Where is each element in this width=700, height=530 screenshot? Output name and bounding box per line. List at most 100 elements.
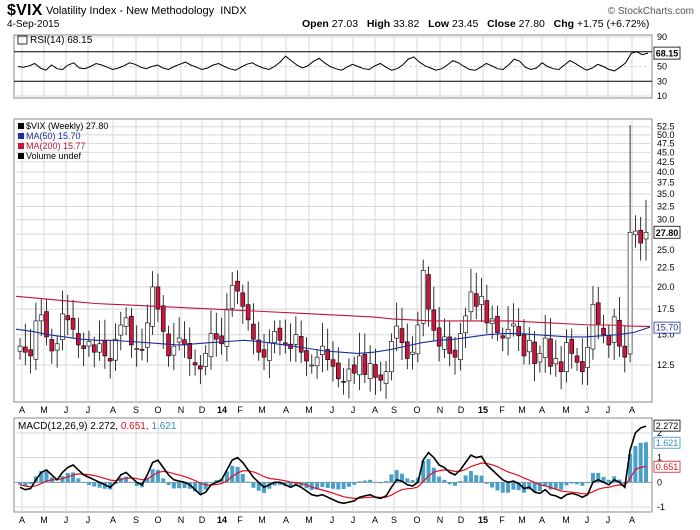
macd-histogram-bar xyxy=(203,482,208,490)
candle-up xyxy=(118,324,124,336)
macd-histogram-bar xyxy=(240,473,245,483)
macd-histogram-bar xyxy=(484,482,489,484)
macd-tick-label: -1 xyxy=(657,502,665,512)
macd-histogram-bar xyxy=(405,478,410,483)
candle-up xyxy=(97,343,102,353)
macd-histogram-bar xyxy=(575,482,580,485)
price-axis-label: F xyxy=(499,405,505,415)
candle-down xyxy=(160,305,166,332)
hist-badge-text: 1.621 xyxy=(656,438,679,448)
legend-swatch xyxy=(18,133,24,139)
candle-down xyxy=(187,343,193,359)
price-tick-label: 25.0 xyxy=(657,245,675,255)
macd-axis-label: S xyxy=(133,515,139,525)
candle-down xyxy=(91,344,97,353)
macd-axis-label: J xyxy=(64,515,69,525)
macd-histogram-bar xyxy=(474,475,479,483)
candle-down xyxy=(473,293,479,307)
candle-up xyxy=(33,320,39,360)
macd-axis-label: S xyxy=(391,515,397,525)
price-axis-label: A xyxy=(19,405,25,415)
price-axis-label: S xyxy=(391,405,397,415)
candle-down xyxy=(198,365,203,370)
macd-axis-label: O xyxy=(154,515,161,525)
candle-up xyxy=(171,345,177,356)
macd-histogram-bar xyxy=(55,482,60,483)
candle-up xyxy=(293,334,299,345)
macd-histogram-bar xyxy=(161,478,166,483)
price-axis-label: 15 xyxy=(478,405,488,415)
candle-down xyxy=(548,338,553,367)
macd-label-part: 2.272, xyxy=(90,421,121,432)
price-axis-label: N xyxy=(178,405,185,415)
candle-down xyxy=(261,349,267,358)
candle-up xyxy=(511,323,516,327)
candle-up xyxy=(463,315,468,334)
macd-axis-label: A xyxy=(539,515,545,525)
vix-chart[interactable]: 9070503010RSI(14) 68.1568.1552.550.047.5… xyxy=(0,0,700,530)
macd-axis-label: M xyxy=(518,515,526,525)
price-legend-entry: $VIX (Weekly) 27.80 xyxy=(26,121,108,131)
macd-histogram-bar xyxy=(569,482,574,484)
price-legend-entry: Volume undef xyxy=(26,151,82,161)
candle-up xyxy=(86,341,92,347)
rsi-tick-label: 30 xyxy=(657,76,667,86)
macd-axis-label: 15 xyxy=(478,515,488,525)
macd-histogram-bar xyxy=(410,480,415,483)
price-axis-label: M xyxy=(305,405,313,415)
candle-up xyxy=(60,313,65,340)
candle-up xyxy=(389,341,394,373)
ma50-badge-text: 15.70 xyxy=(656,323,679,333)
candle-down xyxy=(304,350,309,362)
price-axis-label: 14 xyxy=(217,405,227,415)
candle-down xyxy=(28,349,33,357)
candle-down xyxy=(426,274,431,310)
candle-down xyxy=(532,341,537,364)
macd-label: MACD(12,26,9) 2.272, 0.651, 1.621 xyxy=(18,421,177,432)
price-axis-label: O xyxy=(413,405,420,415)
candle-up xyxy=(590,304,596,350)
candle-up xyxy=(38,314,44,322)
macd-histogram-bar xyxy=(336,482,341,490)
macd-histogram-bar xyxy=(362,480,367,483)
macd-histogram-bar xyxy=(431,467,436,483)
price-axis-label: J xyxy=(86,405,91,415)
macd-label-part: MACD(12,26,9) xyxy=(18,421,90,432)
macd-histogram-bar xyxy=(447,482,452,485)
candle-down xyxy=(219,335,224,345)
price-axis-label: D xyxy=(199,405,206,415)
candle-down xyxy=(378,374,384,381)
macd-histogram-bar xyxy=(357,481,362,483)
candle-down xyxy=(251,323,256,340)
rsi-tick-label: 90 xyxy=(657,32,667,42)
macd-histogram-bar xyxy=(468,470,473,483)
macd-panel-frame xyxy=(13,417,653,513)
macd-histogram-bar xyxy=(320,482,325,488)
macd-histogram-bar xyxy=(230,465,235,483)
macd-histogram-bar xyxy=(389,474,394,483)
candle-down xyxy=(298,336,304,353)
macd-histogram-bar xyxy=(86,482,91,486)
candle-up xyxy=(537,353,543,363)
candle-up xyxy=(203,353,208,367)
macd-histogram-bar xyxy=(606,479,611,483)
macd-axis-label: J xyxy=(351,515,356,525)
candle-up xyxy=(442,336,447,350)
macd-axis-label: A xyxy=(629,515,635,525)
macd-axis-label: M xyxy=(305,515,313,525)
macd-axis-label: 14 xyxy=(217,515,227,525)
candle-up xyxy=(176,337,182,343)
macd-histogram-bar xyxy=(638,442,643,483)
macd-axis-label: A xyxy=(372,515,378,525)
candle-up xyxy=(54,343,60,351)
macd-histogram-bar xyxy=(246,481,251,483)
price-axis-label: S xyxy=(133,405,139,415)
macd-label-part: 0.651, xyxy=(121,421,152,432)
candle-down xyxy=(569,339,575,354)
candle-down xyxy=(235,280,240,292)
price-axis-label: A xyxy=(372,405,378,415)
price-legend-entry: MA(200) 15.77 xyxy=(26,141,86,151)
price-axis-label: J xyxy=(64,405,69,415)
price-legend-entry: MA(50) 15.70 xyxy=(26,131,81,141)
candle-up xyxy=(526,340,532,353)
